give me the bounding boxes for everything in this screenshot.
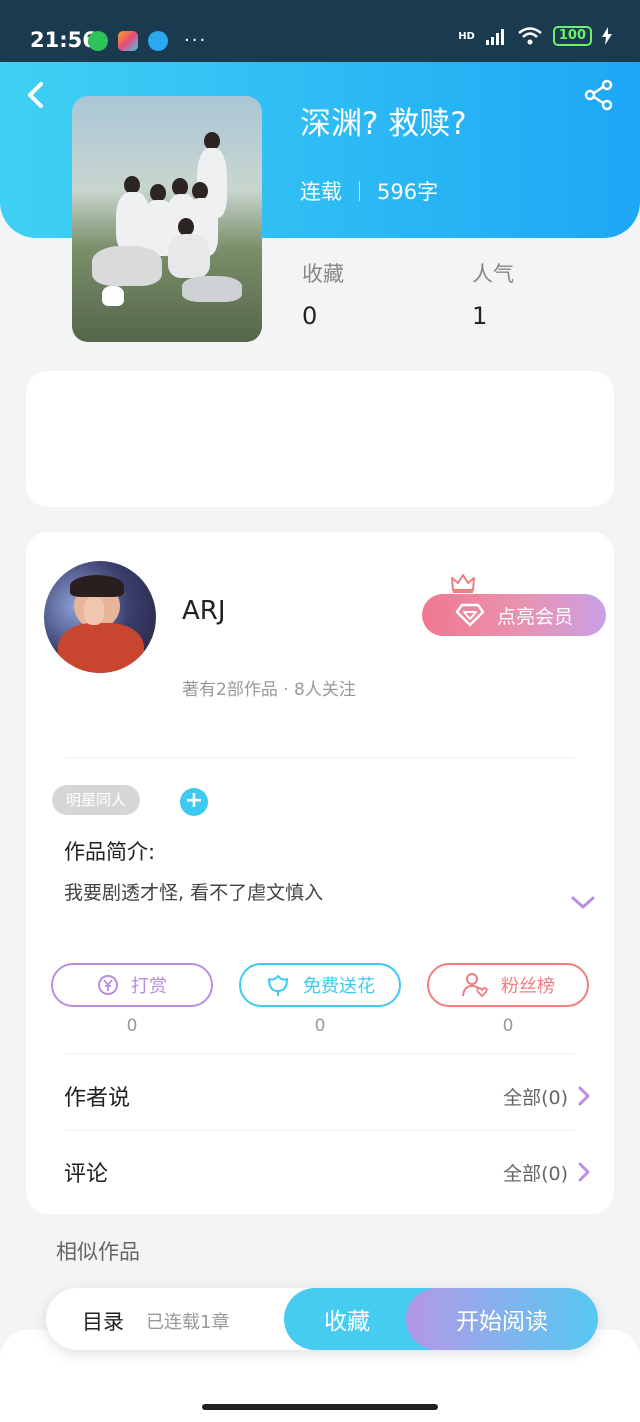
- book-title: 深渊? 救赎?: [300, 106, 467, 142]
- comments-row[interactable]: 评论 全部(0): [64, 1152, 590, 1192]
- chapter-progress: 已连载1章: [146, 1312, 230, 1333]
- photos-icon: [118, 30, 138, 51]
- status-time: 21:56: [30, 28, 97, 52]
- fan-ranking-label: 粉丝榜: [501, 976, 555, 997]
- author-says-row[interactable]: 作者说 全部(0): [64, 1076, 590, 1116]
- tip-button[interactable]: 打赏: [51, 963, 213, 1007]
- add-tag-button[interactable]: +: [180, 788, 208, 816]
- battery-indicator: 100: [552, 26, 592, 46]
- user-heart-icon: [462, 973, 488, 998]
- wifi-icon: [518, 27, 542, 45]
- fan-ranking-button[interactable]: 粉丝榜: [427, 963, 589, 1007]
- back-button[interactable]: [22, 80, 52, 110]
- hd-label: HD: [458, 30, 475, 42]
- author-says-title: 作者说: [64, 1086, 131, 1111]
- book-cover-image: [72, 96, 262, 342]
- book-meta: 连载 596字: [300, 176, 438, 206]
- comments-count: 全部(0): [503, 1162, 568, 1185]
- fan-count: 0: [502, 1016, 514, 1036]
- divider: [66, 757, 574, 758]
- bottom-action-bar: 目录 已连载1章 收藏 开始阅读: [46, 1288, 598, 1350]
- stat-favorites-value: 0: [302, 302, 318, 330]
- yen-coin-icon: [98, 975, 118, 995]
- author-says-all[interactable]: 全部(0): [503, 1083, 590, 1110]
- more-notifications-icon: ···: [184, 30, 208, 51]
- wechat-icon: [88, 30, 108, 51]
- toc-button[interactable]: 目录: [82, 1306, 124, 1336]
- comments-all[interactable]: 全部(0): [503, 1159, 590, 1186]
- charging-icon: [602, 27, 612, 45]
- favorite-label: 收藏: [324, 1309, 370, 1335]
- flower-icon: [268, 975, 288, 996]
- divider: [66, 1053, 574, 1054]
- divider: [66, 1130, 574, 1131]
- chevron-right-icon: [578, 1162, 590, 1182]
- detail-card: ARJ 点亮会员 著有2部作品 · 8人关注 明星同人 + 作品简介: 我要剧透…: [26, 532, 614, 1214]
- intro-text: 我要剧透才怪, 看不了虐文慎入: [64, 882, 324, 904]
- blank-card: [26, 371, 614, 507]
- meta-divider: [359, 181, 360, 201]
- serial-status: 连载: [300, 180, 342, 204]
- stat-popularity-label: 人气: [472, 262, 514, 286]
- vip-label: 点亮会员: [496, 605, 573, 628]
- browser-icon: [148, 30, 168, 51]
- start-reading-button[interactable]: 开始阅读: [406, 1288, 598, 1350]
- flower-count: 0: [314, 1016, 326, 1036]
- chevron-left-icon: [28, 82, 43, 108]
- tip-count: 0: [126, 1016, 138, 1036]
- intro-title: 作品简介:: [64, 840, 156, 864]
- stat-favorites: 收藏 0: [302, 258, 344, 330]
- status-indicators: HD 100: [458, 26, 612, 46]
- share-button[interactable]: [582, 78, 616, 112]
- author-name[interactable]: ARJ: [182, 596, 226, 626]
- send-flower-label: 免费送花: [303, 976, 375, 997]
- start-reading-label: 开始阅读: [456, 1309, 548, 1335]
- author-subtitle: 著有2部作品 · 8人关注: [182, 680, 356, 700]
- author-avatar[interactable]: [44, 561, 156, 673]
- comments-title: 评论: [64, 1162, 109, 1187]
- signal-icon: [485, 29, 504, 45]
- similar-works-title: 相似作品: [56, 1240, 140, 1264]
- tip-label: 打赏: [131, 976, 167, 997]
- vip-button[interactable]: 点亮会员: [422, 594, 606, 636]
- author-says-count: 全部(0): [503, 1086, 568, 1109]
- status-bar: 21:56 ··· HD 100: [0, 0, 640, 62]
- tag-chip[interactable]: 明星同人: [52, 785, 141, 815]
- crown-icon: [451, 574, 475, 593]
- chevron-right-icon: [578, 1086, 590, 1106]
- stat-popularity-value: 1: [472, 302, 488, 330]
- share-icon: [584, 79, 613, 111]
- stat-popularity: 人气 1: [472, 258, 514, 330]
- send-flower-button[interactable]: 免费送花: [239, 963, 401, 1007]
- home-indicator: [202, 1404, 438, 1410]
- diamond-icon: [455, 603, 485, 627]
- stat-favorites-label: 收藏: [302, 262, 344, 286]
- word-count: 596字: [377, 180, 439, 204]
- chevron-down-icon[interactable]: [570, 894, 596, 912]
- status-app-icons: ···: [88, 30, 207, 51]
